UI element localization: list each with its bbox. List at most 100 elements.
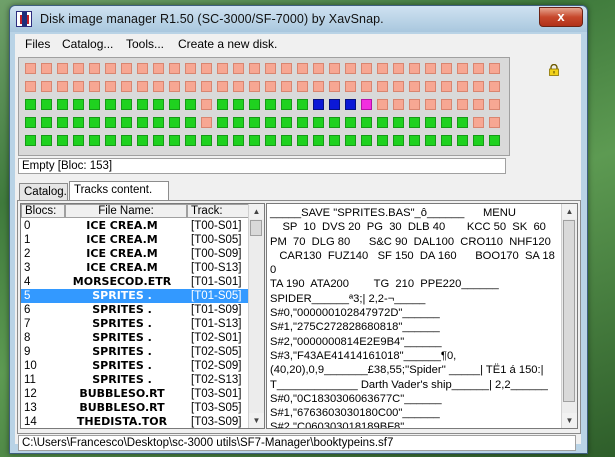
- menu-tools[interactable]: Tools...: [126, 37, 164, 51]
- table-row[interactable]: 4 MORSECOD.ETR [T01-S01]: [21, 275, 249, 289]
- empty-block[interactable]: [201, 99, 212, 110]
- used-block[interactable]: [297, 99, 308, 110]
- used-block[interactable]: [57, 99, 68, 110]
- empty-block[interactable]: [425, 81, 436, 92]
- empty-block[interactable]: [457, 99, 468, 110]
- empty-block[interactable]: [169, 81, 180, 92]
- empty-block[interactable]: [313, 81, 324, 92]
- table-row[interactable]: 14 THEDISTA.TOR [T03-S09]: [21, 415, 249, 428]
- used-block[interactable]: [121, 135, 132, 146]
- used-block[interactable]: [25, 99, 36, 110]
- used-block[interactable]: [185, 99, 196, 110]
- empty-block[interactable]: [425, 99, 436, 110]
- used-block[interactable]: [297, 135, 308, 146]
- empty-block[interactable]: [281, 81, 292, 92]
- empty-block[interactable]: [377, 81, 388, 92]
- empty-block[interactable]: [57, 63, 68, 74]
- empty-block[interactable]: [121, 63, 132, 74]
- used-block[interactable]: [89, 99, 100, 110]
- used-block[interactable]: [281, 99, 292, 110]
- content-scrollbar[interactable]: ▲ ▼: [561, 204, 577, 428]
- empty-block[interactable]: [73, 81, 84, 92]
- empty-block[interactable]: [409, 63, 420, 74]
- empty-block[interactable]: [121, 81, 132, 92]
- empty-block[interactable]: [425, 63, 436, 74]
- used-block[interactable]: [265, 117, 276, 128]
- empty-block[interactable]: [409, 81, 420, 92]
- empty-block[interactable]: [233, 81, 244, 92]
- used-block[interactable]: [249, 117, 260, 128]
- table-row[interactable]: 9 SPRITES . [T02-S05]: [21, 345, 249, 359]
- empty-block[interactable]: [105, 63, 116, 74]
- empty-block[interactable]: [489, 81, 500, 92]
- menu-files[interactable]: Files: [25, 37, 50, 51]
- scroll-thumb[interactable]: [563, 220, 575, 402]
- used-block[interactable]: [441, 135, 452, 146]
- empty-block[interactable]: [41, 81, 52, 92]
- empty-block[interactable]: [457, 81, 468, 92]
- used-block[interactable]: [217, 99, 228, 110]
- empty-block[interactable]: [217, 63, 228, 74]
- used-block[interactable]: [73, 135, 84, 146]
- scroll-thumb[interactable]: [250, 220, 262, 236]
- used-block[interactable]: [361, 135, 372, 146]
- scroll-down-icon[interactable]: ▼: [249, 413, 264, 428]
- empty-block[interactable]: [25, 63, 36, 74]
- menu-create-new-disk[interactable]: Create a new disk.: [178, 37, 277, 51]
- empty-block[interactable]: [137, 63, 148, 74]
- used-block[interactable]: [265, 99, 276, 110]
- table-scrollbar[interactable]: ▲ ▼: [248, 204, 264, 428]
- used-block[interactable]: [457, 135, 468, 146]
- used-block[interactable]: [249, 99, 260, 110]
- used-block[interactable]: [345, 135, 356, 146]
- empty-block[interactable]: [73, 63, 84, 74]
- title-bar[interactable]: Disk image manager R1.50 (SC-3000/SF-700…: [10, 6, 587, 32]
- used-block[interactable]: [73, 117, 84, 128]
- used-block[interactable]: [153, 99, 164, 110]
- used-block[interactable]: [409, 135, 420, 146]
- used-block[interactable]: [41, 117, 52, 128]
- used-block[interactable]: [201, 135, 212, 146]
- used-block[interactable]: [89, 117, 100, 128]
- used-block[interactable]: [137, 117, 148, 128]
- empty-block[interactable]: [377, 99, 388, 110]
- used-block[interactable]: [25, 117, 36, 128]
- column-header-track[interactable]: Track:: [187, 204, 249, 218]
- scroll-up-icon[interactable]: ▲: [249, 204, 264, 219]
- empty-block[interactable]: [393, 63, 404, 74]
- empty-block[interactable]: [185, 81, 196, 92]
- used-block[interactable]: [41, 135, 52, 146]
- table-row[interactable]: 6 SPRITES . [T01-S09]: [21, 303, 249, 317]
- scroll-down-icon[interactable]: ▼: [562, 413, 577, 428]
- empty-block[interactable]: [137, 81, 148, 92]
- empty-block[interactable]: [473, 81, 484, 92]
- table-row[interactable]: 10 SPRITES . [T02-S09]: [21, 359, 249, 373]
- used-block[interactable]: [345, 117, 356, 128]
- selected-block[interactable]: [345, 99, 356, 110]
- used-block[interactable]: [57, 117, 68, 128]
- empty-block[interactable]: [489, 117, 500, 128]
- empty-block[interactable]: [281, 63, 292, 74]
- used-block[interactable]: [313, 135, 324, 146]
- table-row[interactable]: 1 ICE CREA.M [T00-S05]: [21, 233, 249, 247]
- used-block[interactable]: [57, 135, 68, 146]
- used-block[interactable]: [233, 135, 244, 146]
- empty-block[interactable]: [89, 81, 100, 92]
- empty-block[interactable]: [153, 81, 164, 92]
- used-block[interactable]: [393, 117, 404, 128]
- used-block[interactable]: [137, 135, 148, 146]
- current-block[interactable]: [361, 99, 372, 110]
- empty-block[interactable]: [201, 117, 212, 128]
- column-header-blocs[interactable]: Blocs:: [21, 204, 65, 218]
- table-row[interactable]: 8 SPRITES . [T02-S01]: [21, 331, 249, 345]
- table-row[interactable]: 3 ICE CREA.M [T00-S13]: [21, 261, 249, 275]
- table-row[interactable]: 2 ICE CREA.M [T00-S09]: [21, 247, 249, 261]
- used-block[interactable]: [281, 117, 292, 128]
- used-block[interactable]: [217, 135, 228, 146]
- empty-block[interactable]: [377, 63, 388, 74]
- track-content-view[interactable]: _____SAVE "SPRITES.BAS"_ô______ MENU SP …: [266, 203, 578, 429]
- empty-block[interactable]: [169, 63, 180, 74]
- used-block[interactable]: [409, 117, 420, 128]
- tab-catalog[interactable]: Catalog.: [19, 183, 68, 201]
- empty-block[interactable]: [361, 63, 372, 74]
